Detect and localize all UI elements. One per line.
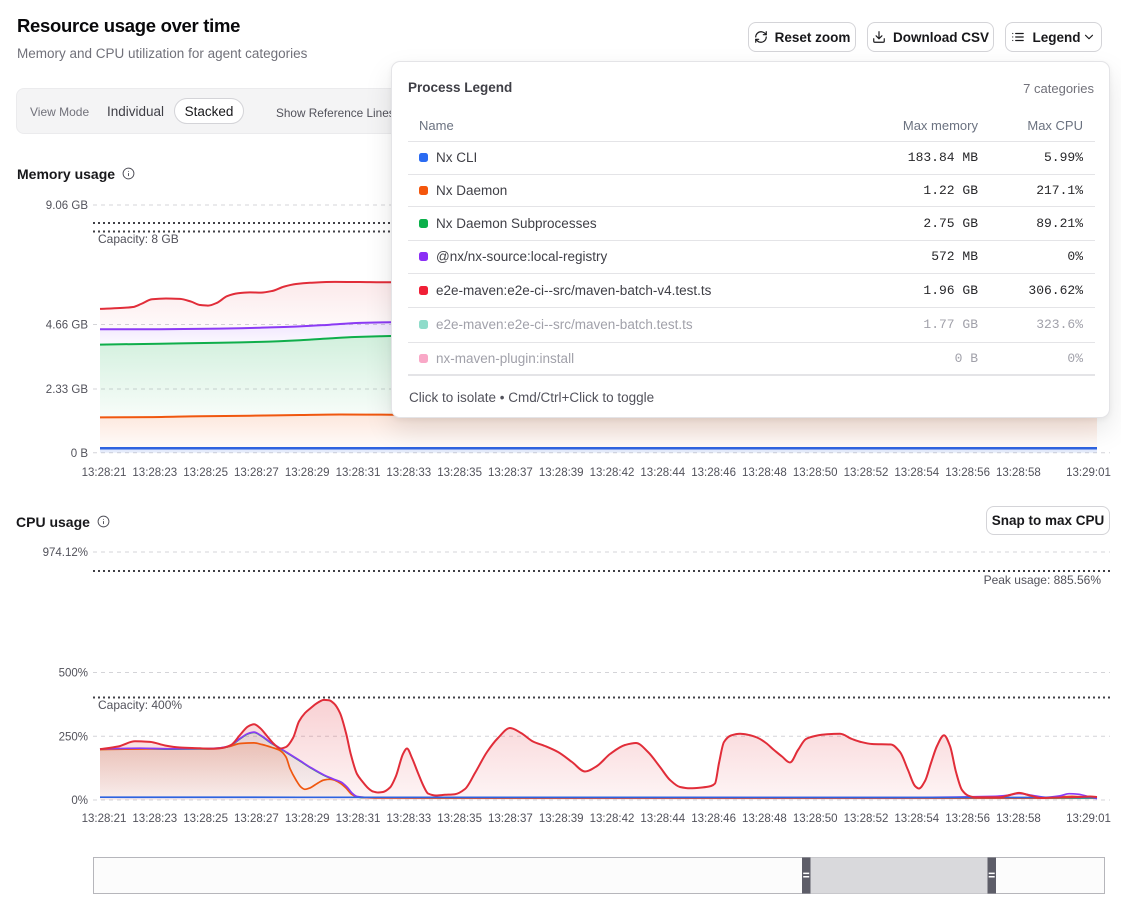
svg-text:13:28:42: 13:28:42 [590,467,635,479]
svg-text:13:29:01: 13:29:01 [1066,813,1111,825]
svg-text:13:28:48: 13:28:48 [742,467,787,479]
svg-text:13:28:54: 13:28:54 [894,467,939,479]
svg-text:13:28:37: 13:28:37 [488,813,533,825]
svg-text:13:28:54: 13:28:54 [894,813,939,825]
svg-text:13:28:33: 13:28:33 [386,467,431,479]
svg-text:13:28:50: 13:28:50 [793,467,838,479]
svg-text:Peak usage: 885.56%: Peak usage: 885.56% [984,573,1102,587]
svg-text:13:28:58: 13:28:58 [996,467,1041,479]
svg-text:974.12%: 974.12% [43,547,88,559]
svg-text:13:28:48: 13:28:48 [742,813,787,825]
svg-text:13:28:52: 13:28:52 [844,813,889,825]
svg-text:0 B: 0 B [71,448,89,460]
svg-text:13:28:21: 13:28:21 [82,467,127,479]
svg-text:13:28:39: 13:28:39 [539,813,584,825]
svg-text:13:28:44: 13:28:44 [640,813,685,825]
svg-text:9.06 GB: 9.06 GB [46,200,89,212]
svg-text:13:28:56: 13:28:56 [945,813,990,825]
svg-text:13:29:01: 13:29:01 [1066,467,1111,479]
svg-text:13:28:46: 13:28:46 [691,467,736,479]
svg-text:13:28:37: 13:28:37 [488,467,533,479]
svg-text:2.33 GB: 2.33 GB [46,384,89,396]
svg-text:13:28:31: 13:28:31 [336,467,381,479]
svg-text:13:28:52: 13:28:52 [844,467,889,479]
svg-text:13:28:29: 13:28:29 [285,467,330,479]
svg-text:13:28:23: 13:28:23 [132,813,177,825]
svg-text:13:28:21: 13:28:21 [82,813,127,825]
svg-text:500%: 500% [59,668,88,680]
svg-text:13:28:31: 13:28:31 [336,813,381,825]
svg-text:13:28:58: 13:28:58 [996,813,1041,825]
svg-text:13:28:25: 13:28:25 [183,467,228,479]
svg-text:Capacity: 8 GB: Capacity: 8 GB [98,232,179,246]
svg-text:13:28:23: 13:28:23 [132,467,177,479]
svg-text:13:28:27: 13:28:27 [234,813,279,825]
svg-text:13:28:50: 13:28:50 [793,813,838,825]
svg-text:13:28:27: 13:28:27 [234,467,279,479]
svg-text:13:28:29: 13:28:29 [285,813,330,825]
svg-text:13:28:25: 13:28:25 [183,813,228,825]
svg-text:13:28:35: 13:28:35 [437,813,482,825]
svg-text:13:28:35: 13:28:35 [437,467,482,479]
svg-text:13:28:44: 13:28:44 [640,467,685,479]
svg-text:Capacity: 400%: Capacity: 400% [98,698,182,712]
svg-text:13:28:46: 13:28:46 [691,813,736,825]
svg-text:13:28:56: 13:28:56 [945,467,990,479]
svg-text:13:28:33: 13:28:33 [386,813,431,825]
svg-text:4.66 GB: 4.66 GB [46,320,89,332]
svg-text:13:28:42: 13:28:42 [590,813,635,825]
svg-text:250%: 250% [59,731,88,743]
svg-text:13:28:39: 13:28:39 [539,467,584,479]
svg-text:0%: 0% [71,795,88,807]
